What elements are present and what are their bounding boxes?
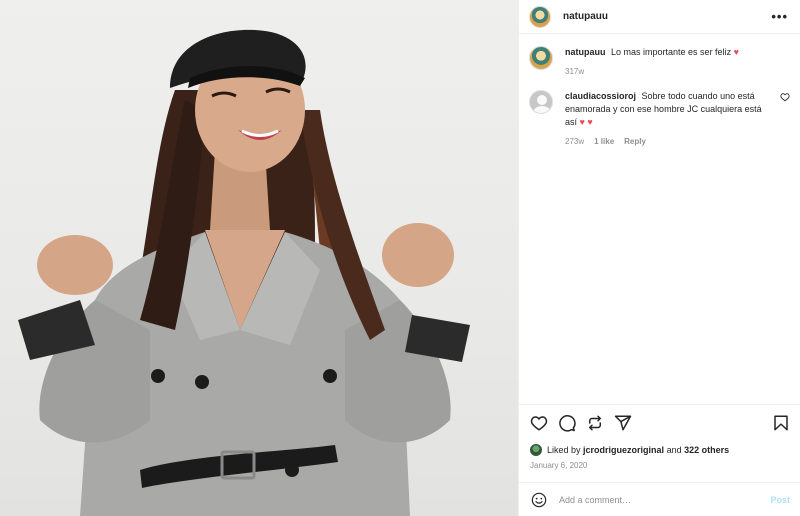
bookmark-icon[interactable] <box>772 414 790 432</box>
caption: natupauu Lo mas importante es ser feliz … <box>529 46 790 78</box>
caption-body: natupauu Lo mas importante es ser feliz … <box>565 46 790 78</box>
comment-meta: 273w 1 like Reply <box>565 135 776 148</box>
author-username[interactable]: natupauu <box>563 11 608 22</box>
repost-icon[interactable] <box>586 414 604 432</box>
share-icon[interactable] <box>614 414 632 432</box>
reply-button[interactable]: Reply <box>624 135 646 148</box>
caption-text: Lo mas importante es ser feliz <box>611 47 732 57</box>
commenter-avatar[interactable] <box>529 90 553 114</box>
likes-summary: Liked by jcrodriguezoriginal and 322 oth… <box>519 440 800 456</box>
comment-like-heart-icon[interactable] <box>780 92 790 102</box>
add-comment-bar: Add a comment… Post <box>519 482 800 516</box>
instagram-post: natupauu ••• natupauu Lo mas importante … <box>0 0 800 516</box>
caption-avatar[interactable] <box>529 46 553 70</box>
comment-likes[interactable]: 1 like <box>594 135 614 148</box>
heart-icon[interactable] <box>530 414 548 432</box>
comments-list: natupauu Lo mas importante es ser feliz … <box>519 34 800 404</box>
caption-username[interactable]: natupauu <box>565 47 606 57</box>
comment-time[interactable]: 273w <box>565 135 584 148</box>
heart-emoji: ♥ <box>733 47 739 57</box>
post-side-panel: natupauu ••• natupauu Lo mas importante … <box>518 0 800 516</box>
author-avatar[interactable] <box>529 5 551 28</box>
post-header: natupauu ••• <box>519 0 800 34</box>
likes-others[interactable]: 322 others <box>684 445 729 455</box>
caption-meta: 317w <box>565 65 776 78</box>
post-photo-illustration <box>18 29 470 516</box>
comment-body: claudiacossioroj Sobre todo cuando uno e… <box>565 90 790 148</box>
liker-avatar[interactable] <box>530 444 542 456</box>
heart-emoji: ♥ ♥ <box>579 117 593 127</box>
caption-time[interactable]: 317w <box>565 65 584 78</box>
emoji-icon[interactable] <box>531 492 547 508</box>
comment-item: claudiacossioroj Sobre todo cuando uno e… <box>529 90 790 148</box>
likes-prefix: Liked by <box>547 445 581 455</box>
post-date[interactable]: January 6, 2020 <box>519 456 800 470</box>
comment-icon[interactable] <box>558 414 576 432</box>
likes-connector: and <box>666 445 682 455</box>
action-bar <box>519 404 800 440</box>
post-button[interactable]: Post <box>770 495 790 505</box>
comment-input[interactable]: Add a comment… <box>559 495 770 505</box>
comment-username[interactable]: claudiacossioroj <box>565 91 636 101</box>
more-options-icon[interactable]: ••• <box>771 9 788 24</box>
liker-username[interactable]: jcrodriguezoriginal <box>583 445 664 455</box>
post-photo[interactable] <box>0 0 518 516</box>
